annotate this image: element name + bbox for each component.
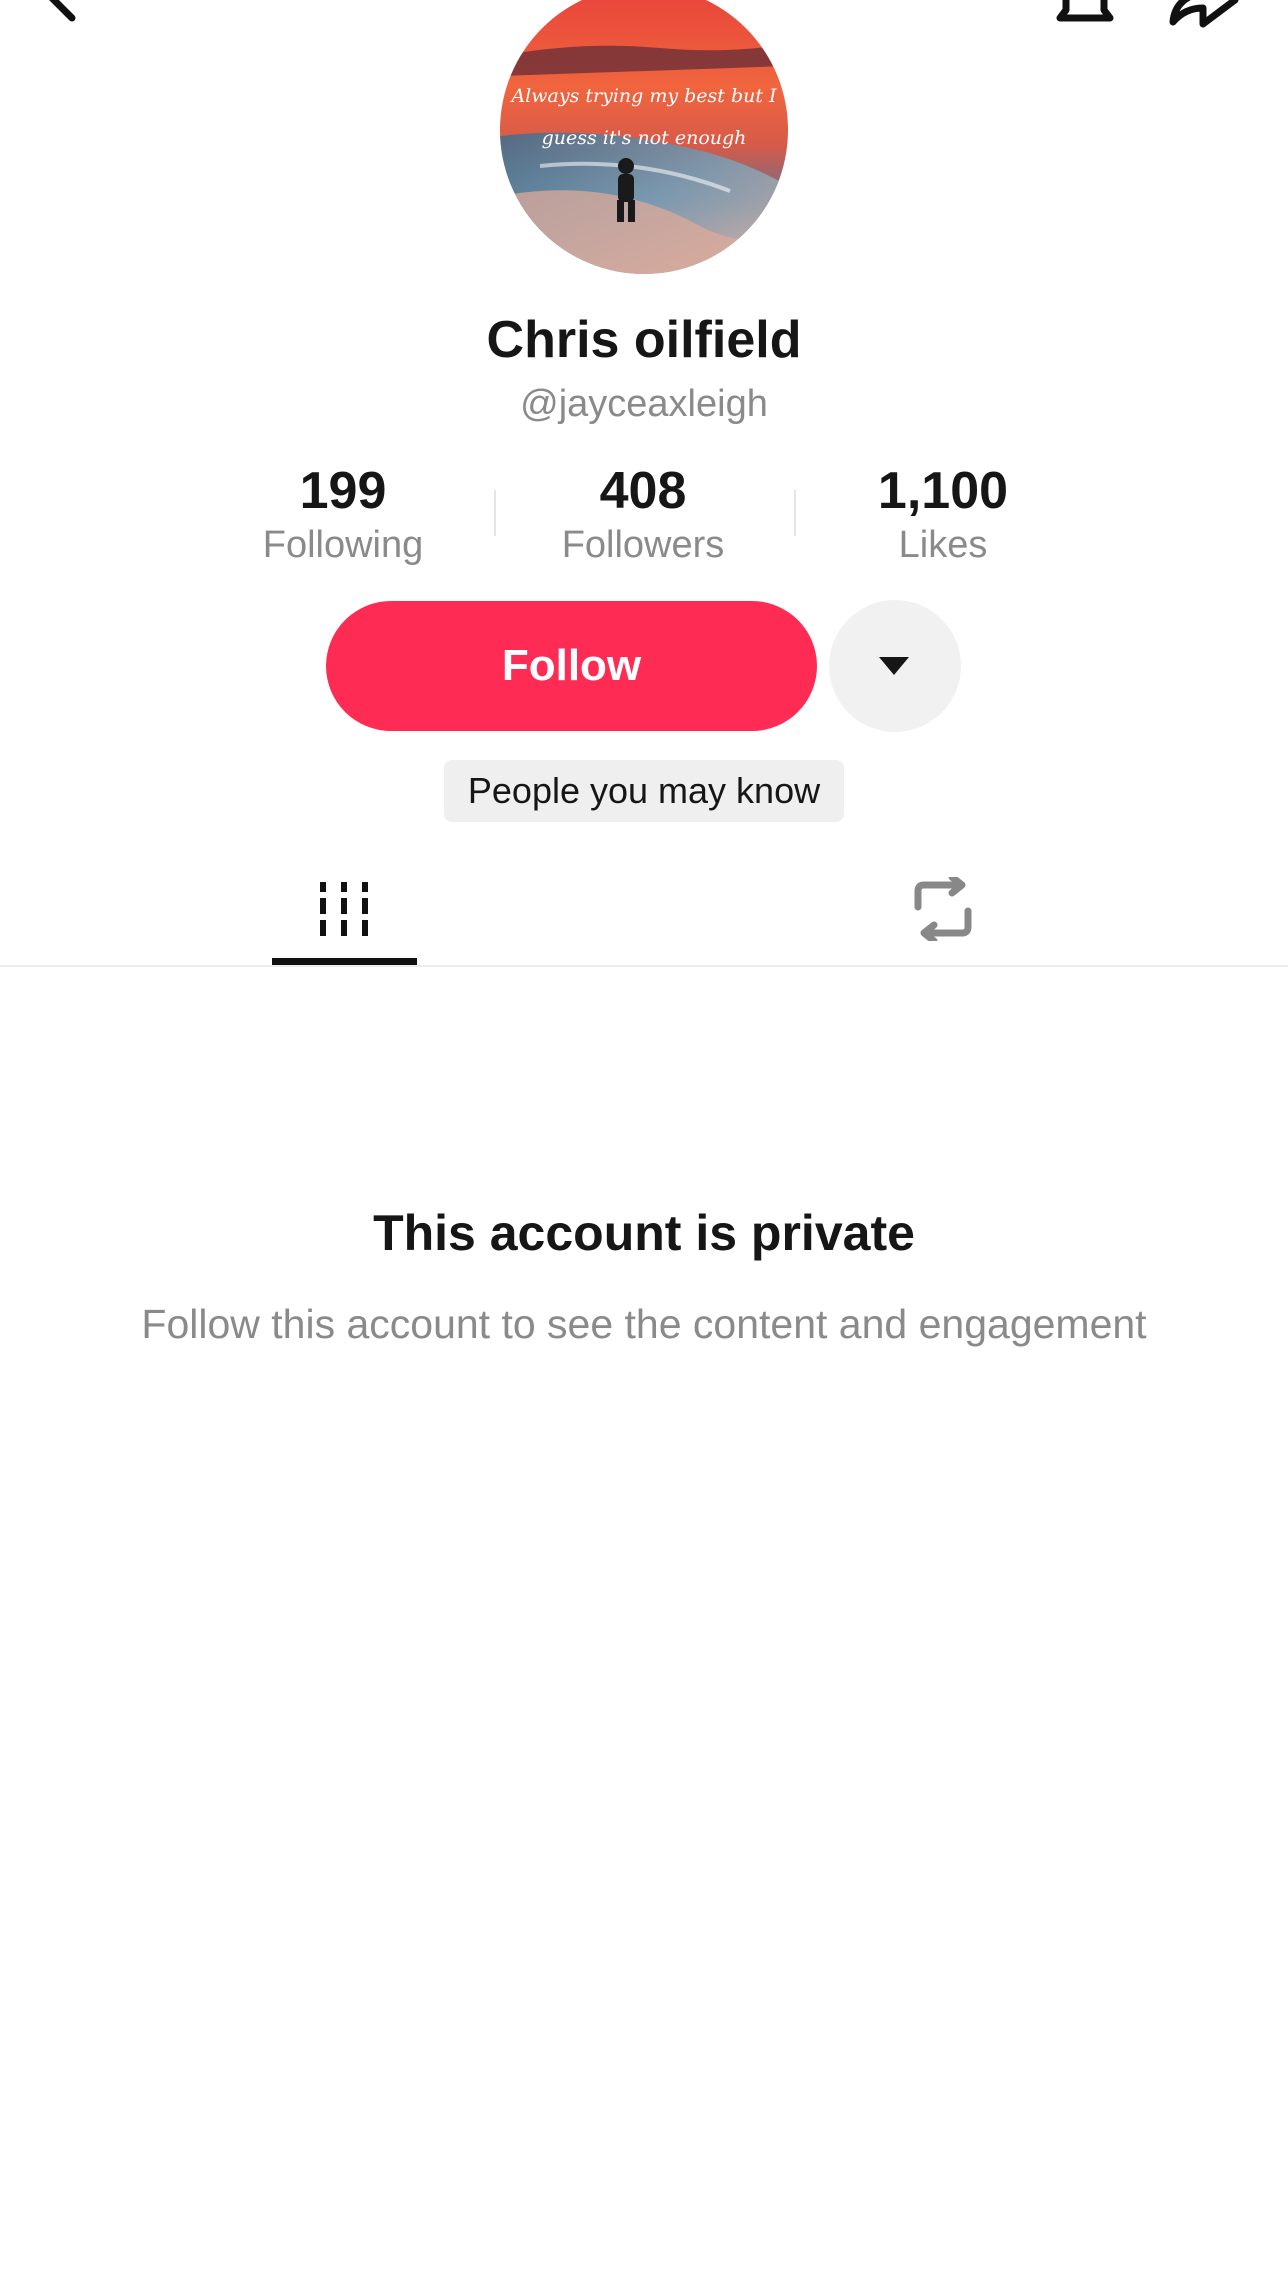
- repost-icon: [914, 877, 972, 941]
- chevron-left-icon: [49, 0, 76, 22]
- follow-button[interactable]: Follow: [326, 601, 817, 731]
- stat-value: 199: [299, 462, 387, 520]
- share-button[interactable]: [1165, 0, 1240, 30]
- avatar[interactable]: Always trying my best but I guess it's n…: [500, 0, 788, 274]
- avatar-caption-line2: guess it's not enough: [542, 127, 747, 149]
- bell-icon: [1056, 0, 1114, 22]
- back-button[interactable]: [40, 0, 90, 24]
- stat-followers[interactable]: 408 Followers: [513, 460, 773, 568]
- suggested-accounts-toggle-button[interactable]: [829, 600, 961, 732]
- avatar-caption-line1: Always trying my best but I: [509, 85, 777, 107]
- stat-likes[interactable]: 1,100 Likes: [813, 460, 1073, 568]
- stat-value: 408: [599, 462, 687, 520]
- display-name: Chris oilfield: [486, 311, 802, 369]
- private-account-title: This account is private: [373, 1205, 915, 1261]
- content-tabs: [0, 855, 1288, 967]
- stat-label: Followers: [561, 524, 725, 566]
- username-handle: @jayceaxleigh: [520, 383, 768, 425]
- profile-stats: 199 Following 408 Followers 1,100 Likes: [0, 460, 1288, 570]
- caret-down-icon: [879, 657, 909, 675]
- stat-divider: [494, 490, 496, 536]
- private-account-subtitle: Follow this account to see the content a…: [141, 1301, 1147, 1347]
- stat-value: 1,100: [877, 462, 1009, 520]
- grid-columns-icon: [320, 882, 368, 936]
- stat-label: Following: [262, 524, 424, 566]
- stat-following[interactable]: 199 Following: [213, 460, 473, 568]
- tab-reposts[interactable]: [870, 855, 1015, 965]
- people-you-may-know-label[interactable]: People you may know: [444, 760, 844, 822]
- stat-label: Likes: [898, 524, 988, 566]
- stat-divider: [794, 490, 796, 536]
- share-arrow-icon: [1169, 0, 1239, 28]
- tab-selected-indicator: [272, 958, 417, 965]
- notifications-button[interactable]: [1050, 0, 1120, 30]
- tab-videos[interactable]: [272, 855, 417, 965]
